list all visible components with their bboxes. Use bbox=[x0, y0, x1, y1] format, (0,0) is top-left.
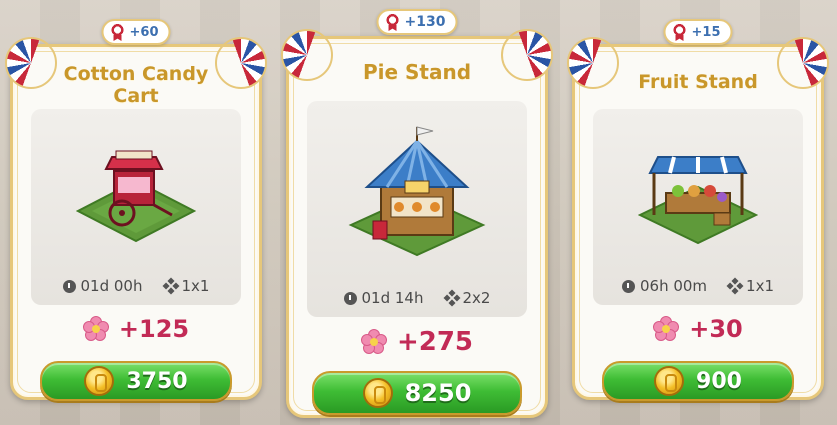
xp-badge: +60 bbox=[101, 19, 171, 45]
coin-icon bbox=[362, 378, 393, 408]
footprint-size-value: 1x1 bbox=[181, 277, 210, 295]
item-title: Fruit Stand bbox=[638, 71, 758, 93]
item-image-panel: 01d 14h 2x2 bbox=[307, 101, 527, 317]
buy-button[interactable]: 3750 bbox=[40, 361, 232, 401]
shop-card-pie-stand[interactable]: +130 Pie Stand 01d 14h 2x2 +275 8250 bbox=[281, 9, 553, 418]
footprint-size: 1x1 bbox=[726, 277, 775, 295]
coin-icon bbox=[654, 366, 685, 396]
ribbon-icon bbox=[385, 13, 401, 31]
ribbon-icon bbox=[110, 23, 126, 41]
footprint-size-value: 2x2 bbox=[462, 289, 491, 307]
flower-icon bbox=[653, 316, 680, 342]
build-time: 01d 14h bbox=[343, 289, 424, 307]
item-image-panel: 06h 00m 1x1 bbox=[593, 109, 803, 305]
clock-icon bbox=[62, 279, 76, 293]
item-image-panel: 01d 00h 1x1 bbox=[31, 109, 241, 305]
xp-value: +15 bbox=[691, 24, 721, 40]
xp-badge: +15 bbox=[663, 19, 733, 45]
shop-card-fruit-stand[interactable]: +15 Fruit Stand 06h 00m 1x1 +30 900 bbox=[567, 19, 829, 401]
item-stats: 01d 14h 2x2 bbox=[307, 289, 527, 307]
flower-icon bbox=[82, 316, 109, 342]
footprint-size-value: 1x1 bbox=[746, 277, 775, 295]
shop-card-cotton-candy-cart[interactable]: +60 Cotton Candy Cart 01d 00h 1x1 +125 3… bbox=[5, 19, 267, 401]
build-time: 01d 00h bbox=[62, 277, 143, 295]
xp-value: +60 bbox=[129, 24, 159, 40]
reward-value: +125 bbox=[118, 315, 190, 343]
clock-icon bbox=[343, 291, 357, 305]
reward-value: +275 bbox=[396, 327, 474, 357]
item-stats: 01d 00h 1x1 bbox=[31, 277, 241, 295]
xp-value: +130 bbox=[404, 14, 446, 30]
buy-button[interactable]: 8250 bbox=[312, 371, 522, 415]
reward: +125 bbox=[13, 315, 259, 343]
clock-icon bbox=[621, 279, 635, 293]
flower-icon bbox=[360, 329, 387, 355]
item-stats: 06h 00m 1x1 bbox=[593, 277, 803, 295]
reward: +275 bbox=[289, 327, 545, 357]
grid-icon bbox=[726, 277, 744, 295]
price-value: 900 bbox=[696, 368, 742, 394]
grid-icon bbox=[162, 277, 179, 295]
ribbon-icon bbox=[672, 23, 688, 41]
footprint-size: 1x1 bbox=[162, 277, 210, 295]
pie-stand-image bbox=[348, 126, 486, 257]
build-time: 06h 00m bbox=[621, 277, 708, 295]
cotton-candy-cart-image bbox=[76, 150, 196, 243]
coin-icon bbox=[84, 366, 115, 396]
reward: +30 bbox=[575, 315, 821, 343]
buy-button[interactable]: 900 bbox=[602, 361, 794, 401]
item-title: Cotton Candy Cart bbox=[63, 63, 209, 107]
build-time-value: 01d 00h bbox=[80, 277, 143, 295]
fruit-stand-image bbox=[638, 156, 758, 245]
grid-icon bbox=[443, 289, 460, 307]
build-time-value: 06h 00m bbox=[639, 277, 708, 295]
price-value: 8250 bbox=[404, 379, 472, 407]
reward-value: +30 bbox=[689, 315, 743, 343]
price-value: 3750 bbox=[126, 368, 188, 394]
build-time-value: 01d 14h bbox=[361, 289, 424, 307]
xp-badge: +130 bbox=[376, 9, 458, 35]
footprint-size: 2x2 bbox=[443, 289, 491, 307]
item-title: Pie Stand bbox=[362, 60, 472, 84]
